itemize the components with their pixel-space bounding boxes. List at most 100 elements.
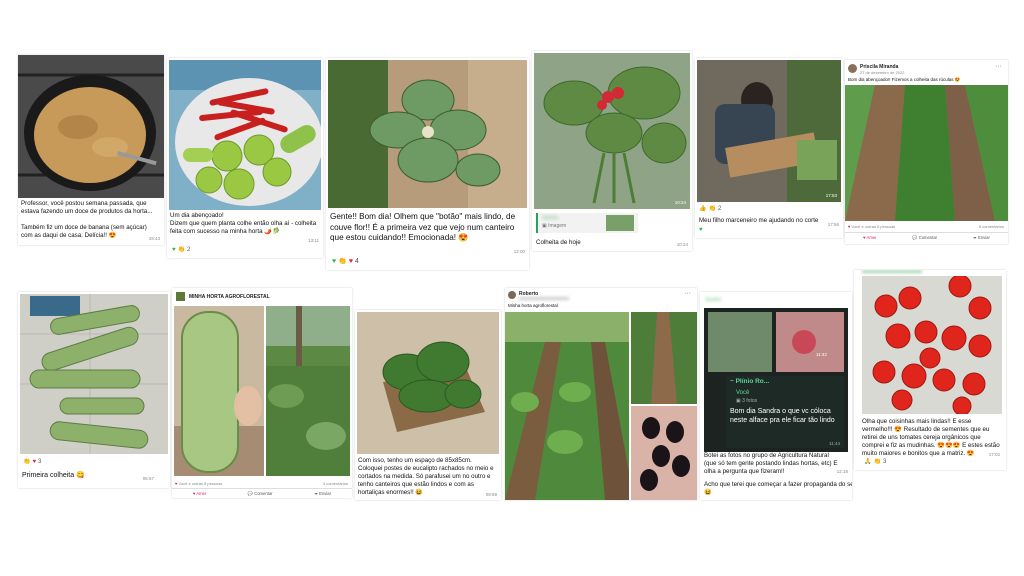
comments-count[interactable]: 5 comentários <box>979 224 1004 229</box>
group-avatar[interactable] <box>176 292 185 301</box>
reactions-summary[interactable]: ♥ Você e outras 8 pessoas <box>175 481 222 486</box>
timestamp: 12:18 <box>836 469 848 474</box>
reactions-summary[interactable]: ♥ Você e outras 6 pessoas <box>848 224 895 229</box>
reactions[interactable]: ♥ 👏 2 <box>172 246 191 254</box>
reaction-count: 3 <box>38 458 42 465</box>
post-card-alface: Sandra 11:42 ~ Plínio Ro... Você ▣ 3 fot… <box>700 292 852 500</box>
reply-quote[interactable]: Sandra ▣ Imagem <box>536 213 638 233</box>
photo-peppers-bowl[interactable] <box>169 60 321 210</box>
reactions[interactable]: 🙏 👏 3 <box>864 458 887 466</box>
heart-icon: ♥ <box>699 227 703 233</box>
timestamp: 10:24 <box>676 242 688 247</box>
photo-timestamp: 17:53 <box>825 193 837 198</box>
post-date: 27 de dezembro de 2022 <box>860 70 905 75</box>
reactions[interactable]: 👍 👏 2 <box>699 205 721 213</box>
photo-whatsapp-screenshot[interactable]: 11:42 ~ Plínio Ro... Você ▣ 3 fotos Bom … <box>704 308 848 452</box>
love-icon: ♥ <box>848 224 851 229</box>
photo-zucchinis-on-floor[interactable] <box>20 294 168 454</box>
action-bar: ♥ Amei 💬 Comentar ➦ Enviar <box>845 232 1008 243</box>
post-card-colheita-hoje: 10:24 Sandra ▣ Imagem Colheita de hoje 1… <box>532 51 692 251</box>
clap-icon: 👏 <box>708 206 716 212</box>
photo-cherry-tomatoes[interactable] <box>862 276 1002 414</box>
love-icon: ♥ <box>175 481 178 486</box>
quote-sender: Sandra <box>542 215 559 221</box>
timestamp: 09:59 <box>485 492 497 497</box>
photo-raised-bed[interactable] <box>357 312 499 454</box>
quote-label: ▣ Imagem <box>542 223 567 229</box>
post-caption: Gente!! Bom dia! Olhem que "botão" mais … <box>330 212 518 242</box>
quote-sender: Sandra <box>705 297 722 303</box>
forwarded-message: ~ Plínio Ro... Você ▣ 3 fotos Bom dia Sa… <box>726 376 844 448</box>
timestamp: 13:11 <box>308 238 319 243</box>
photo-timestamp: 11:42 <box>816 352 827 357</box>
group-name[interactable]: MINHA HORTA AGROFLORESTAL <box>189 294 270 300</box>
post-card-tomates: Olha que coisinhas mais lindas!! E esse … <box>854 270 1006 470</box>
post-card-pimentas: Um dia abençoado! Dizem que quem planta … <box>167 58 323 258</box>
timestamp: 17:02 <box>988 452 1000 457</box>
photo-garden-rows[interactable] <box>505 312 629 500</box>
post-caption: Professor, você postou semana passada, q… <box>21 200 153 239</box>
comment-button[interactable]: 💬 Comentar <box>248 489 273 498</box>
timestamp: 12:00 <box>513 249 525 254</box>
post-caption-followup: Acho que terei que começar a fazer propa… <box>704 481 852 496</box>
photo-timestamp: 10:24 <box>674 200 686 205</box>
post-card-abobrinha-facebook: MINHA HORTA AGROFLORESTAL ♥ Você e outra… <box>172 288 352 498</box>
post-caption: Com isso, tenho um espaço de 85x85cm. Co… <box>358 457 496 496</box>
heart-icon: ♥ <box>348 257 354 265</box>
timestamp: 19:43 <box>148 236 160 241</box>
you-label: Você <box>736 390 750 396</box>
photo-pot-doce[interactable] <box>18 55 164 198</box>
reactions[interactable]: 👏 ♥ 3 <box>23 458 42 466</box>
post-caption: Olha que coisinhas mais lindas!! E esse … <box>862 418 1002 457</box>
reactions-secondary[interactable]: ♥ <box>699 227 703 233</box>
heart-icon: ♥ <box>172 246 176 253</box>
post-card-roberto: Roberto ··· Minha horta agroflorestal <box>505 288 697 500</box>
photo-garden-path[interactable] <box>631 312 697 404</box>
post-card-couve-flor: Gente!! Bom dia! Olhem que "botão" mais … <box>326 58 529 270</box>
post-caption: Colheita de hoje <box>536 239 581 246</box>
avatar[interactable] <box>508 291 516 299</box>
share-button[interactable]: ➦ Enviar <box>973 233 990 243</box>
post-caption: Um dia abençoado! Dizem que quem planta … <box>170 212 317 235</box>
post-caption: Botei as fotos no grupo de Agricultura N… <box>704 452 840 475</box>
avatar[interactable] <box>848 64 857 73</box>
photo-radish-harvest[interactable]: 10:24 <box>534 53 690 209</box>
post-card-primeira-colheita: 👏 ♥ 3 Primeira colheita 😋 06:57 <box>18 292 170 488</box>
share-button[interactable]: ➦ Enviar <box>314 489 331 498</box>
photo-arugula-beds[interactable] <box>845 85 1008 221</box>
post-caption: Primeira colheita 😋 <box>22 472 85 479</box>
reaction-count: 2 <box>187 246 191 253</box>
clap-icon: 👏 <box>873 459 881 465</box>
post-card-canteiro-eucalipto: Com isso, tenho um espaço de 85x85cm. Co… <box>355 310 501 500</box>
photo-zucchini-in-hand[interactable] <box>174 306 264 476</box>
post-caption: Meu filho marceneiro me ajudando no cort… <box>699 217 819 224</box>
quote-thumbnail <box>606 215 634 231</box>
photo-cauliflower-plant[interactable] <box>328 60 527 208</box>
photo-agroforestry-garden[interactable] <box>266 306 350 476</box>
photo-son-cutting-wood[interactable]: 17:53 <box>697 60 841 202</box>
post-card-priscila-facebook: Priscila Miranda 27 de dezembro de 2022 … <box>845 60 1008 244</box>
post-card-doce: Professor, você postou semana passada, q… <box>18 55 164 245</box>
bubble-time: 11:44 <box>829 441 840 446</box>
timestamp: 17:56 <box>827 222 839 227</box>
love-button[interactable]: ♥ Amei <box>863 233 876 243</box>
post-text: Minha horta agroflorestal <box>508 303 558 308</box>
more-options-icon[interactable]: ··· <box>684 290 691 297</box>
clap-icon: 👏 <box>177 247 186 253</box>
comments-count[interactable]: 3 comentários <box>323 481 348 486</box>
reactions[interactable]: ♥ 👏 ♥ 4 <box>332 257 359 266</box>
post-card-marceneiro: 17:53 👍 👏 2 Meu filho marceneiro me ajud… <box>695 58 843 238</box>
action-bar: ♥ Amei 💬 Comentar ➦ Enviar <box>172 488 352 498</box>
photo-blackberries[interactable] <box>631 406 697 500</box>
more-options-icon[interactable]: ··· <box>995 63 1002 70</box>
clap-icon: 👏 <box>338 258 347 265</box>
quote-sender <box>862 270 922 273</box>
love-button[interactable]: ♥ Amei <box>193 489 206 498</box>
author-date <box>519 297 569 300</box>
reaction-count: 3 <box>882 458 887 465</box>
comment-button[interactable]: 💬 Comentar <box>912 233 937 243</box>
camera-icon: ▣ <box>736 398 741 404</box>
reaction-count: 4 <box>355 257 359 265</box>
image-icon: ▣ <box>542 223 547 229</box>
photos-count: ▣ 3 fotos <box>736 398 758 404</box>
